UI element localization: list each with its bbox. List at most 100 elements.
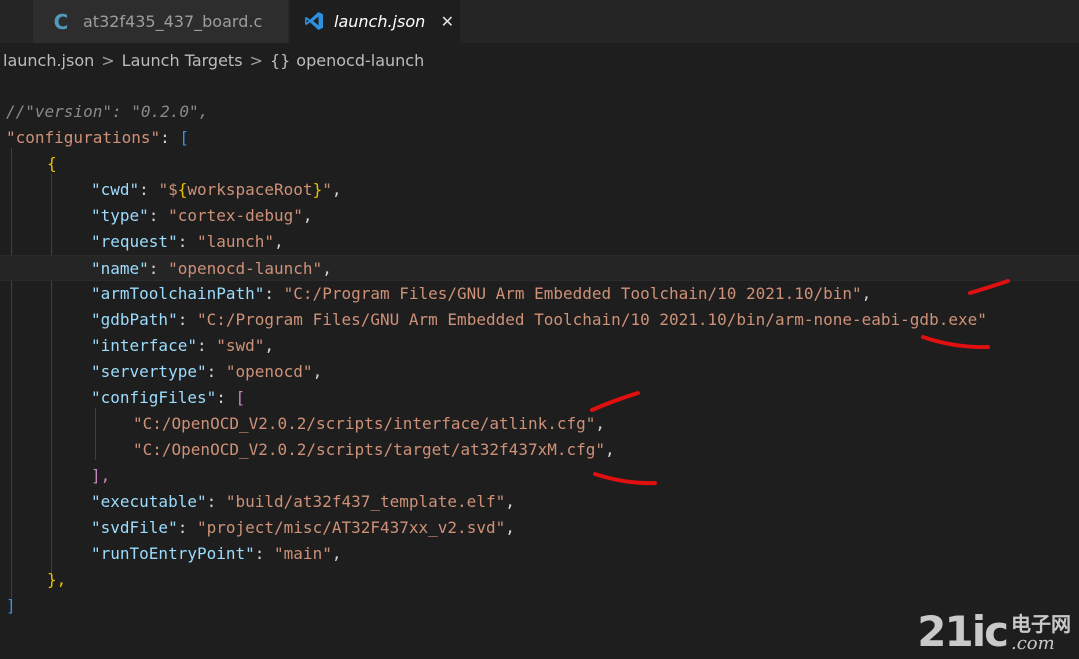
code-line: "type": "cortex-debug", xyxy=(0,203,1079,229)
colon: : xyxy=(177,518,197,537)
watermark-chinese: 电子网 xyxy=(1011,612,1071,636)
comma: , xyxy=(331,544,342,563)
colon: : xyxy=(148,259,169,278)
code-line: "request": "launch", xyxy=(0,229,1079,255)
colon: : xyxy=(160,128,180,147)
tab-bar: C at32f435_437_board.c launch.json ✕ xyxy=(0,0,1079,43)
watermark-domain: .com xyxy=(1011,633,1055,654)
request-key: "request" xyxy=(91,232,178,251)
name-value: "openocd-launch" xyxy=(168,259,323,278)
close-brace: }, xyxy=(47,570,67,589)
name-key: "name" xyxy=(91,259,149,278)
cwd-value-name: workspaceRoot xyxy=(187,180,313,199)
breadcrumb: launch.json > Launch Targets > {} openoc… xyxy=(0,44,1079,76)
comma: , xyxy=(264,336,275,355)
tab-label: at32f435_437_board.c xyxy=(83,12,263,31)
open-bracket: [ xyxy=(179,128,190,147)
code-line: ], xyxy=(0,463,1079,489)
tab-label: launch.json xyxy=(334,11,426,31)
gdb-path-key: "gdbPath" xyxy=(91,310,178,329)
cwd-value-open: "$ xyxy=(158,180,178,199)
colon: : xyxy=(196,336,217,355)
watermark-logo: 21ic 电子网 .com xyxy=(917,611,1071,653)
code-line: "configFiles": [ xyxy=(0,385,1079,411)
cwd-key: "cwd" xyxy=(91,180,140,199)
code-line: "C:/OpenOCD_V2.0.2/scripts/target/at32f4… xyxy=(0,437,1079,463)
c-file-icon: C xyxy=(53,9,69,34)
close-bracket: ] xyxy=(6,596,16,615)
cwd-value-close: " xyxy=(322,180,332,199)
comma: , xyxy=(302,206,313,225)
colon: : xyxy=(264,284,284,303)
run-to-entry-key: "runToEntryPoint" xyxy=(91,544,255,563)
breadcrumb-item[interactable]: openocd-launch xyxy=(296,51,424,70)
colon: : xyxy=(216,388,236,407)
code-line: "armToolchainPath": "C:/Program Files/GN… xyxy=(0,281,1079,307)
braces-icon: {} xyxy=(269,50,291,70)
version-comment: //"version": "0.2.0", xyxy=(6,102,209,121)
watermark-side: 电子网 .com xyxy=(1011,613,1071,653)
colon: : xyxy=(206,362,226,381)
configfile-2: "C:/OpenOCD_V2.0.2/scripts/target/at32f4… xyxy=(133,440,606,459)
servertype-value: "openocd" xyxy=(225,362,313,381)
code-line: "gdbPath": "C:/Program Files/GNU Arm Emb… xyxy=(0,307,1079,333)
interface-value: "swd" xyxy=(216,336,265,355)
colon: : xyxy=(177,310,197,329)
code-line: "executable": "build/at32f437_template.e… xyxy=(0,489,1079,515)
watermark-number: 21ic xyxy=(917,607,1009,656)
code-line: "configurations": [ xyxy=(0,125,1079,151)
gdb-path-value: "C:/Program Files/GNU Arm Embedded Toolc… xyxy=(196,310,987,329)
cwd-value-brace-close: } xyxy=(312,180,323,199)
request-value: "launch" xyxy=(196,232,275,251)
comma: , xyxy=(312,362,323,381)
close-icon[interactable]: ✕ xyxy=(439,12,455,31)
tab-launch-json[interactable]: launch.json ✕ xyxy=(290,0,460,43)
type-value: "cortex-debug" xyxy=(168,206,303,225)
arm-toolchain-key: "armToolchainPath" xyxy=(91,284,265,303)
configurations-key: "configurations" xyxy=(6,128,161,147)
code-editor[interactable]: //"version": "0.2.0", "configurations": … xyxy=(0,96,1079,636)
svd-file-value: "project/misc/AT32F437xx_v2.svd" xyxy=(196,518,506,537)
comma: , xyxy=(505,492,515,511)
configfile-1: "C:/OpenOCD_V2.0.2/scripts/interface/atl… xyxy=(133,414,596,433)
comma: , xyxy=(605,440,615,459)
breadcrumb-section[interactable]: Launch Targets xyxy=(122,51,243,70)
comma: , xyxy=(274,232,284,251)
code-line: "cwd": "${workspaceRoot}", xyxy=(0,177,1079,203)
code-line: "interface": "swd", xyxy=(0,333,1079,359)
svd-file-key: "svdFile" xyxy=(91,518,178,537)
vscode-icon xyxy=(305,12,323,30)
configfiles-close-bracket: ], xyxy=(91,466,111,485)
comma: , xyxy=(505,518,515,537)
run-to-entry-value: "main" xyxy=(274,544,332,563)
interface-key: "interface" xyxy=(91,336,197,355)
code-line: "svdFile": "project/misc/AT32F437xx_v2.s… xyxy=(0,515,1079,541)
colon: : xyxy=(139,180,159,199)
colon: : xyxy=(148,206,169,225)
code-line: "runToEntryPoint": "main", xyxy=(0,541,1079,567)
code-line: }, xyxy=(0,567,1079,593)
cwd-value-brace-open: { xyxy=(177,180,188,199)
colon: : xyxy=(254,544,275,563)
code-line-current: "name": "openocd-launch", xyxy=(0,255,1079,281)
servertype-key: "servertype" xyxy=(91,362,207,381)
code-line: "servertype": "openocd", xyxy=(0,359,1079,385)
executable-value: "build/at32f437_template.elf" xyxy=(225,492,506,511)
vscode-window: C at32f435_437_board.c launch.json ✕ lau… xyxy=(0,0,1079,659)
configfiles-key: "configFiles" xyxy=(91,388,217,407)
comma: , xyxy=(322,259,332,278)
chevron-right-icon: > xyxy=(101,50,115,70)
configfiles-open-bracket: [ xyxy=(235,388,246,407)
code-line: "C:/OpenOCD_V2.0.2/scripts/interface/atl… xyxy=(0,411,1079,437)
chevron-right-icon: > xyxy=(249,50,263,70)
colon: : xyxy=(206,492,226,511)
comma: , xyxy=(331,180,342,199)
colon: : xyxy=(177,232,197,251)
comma: , xyxy=(595,414,606,433)
executable-key: "executable" xyxy=(91,492,207,511)
breadcrumb-file[interactable]: launch.json xyxy=(3,51,94,70)
type-key: "type" xyxy=(91,206,149,225)
code-line: { xyxy=(0,151,1079,177)
comma: , xyxy=(861,284,872,303)
tab-board-c[interactable]: C at32f435_437_board.c xyxy=(33,0,288,43)
